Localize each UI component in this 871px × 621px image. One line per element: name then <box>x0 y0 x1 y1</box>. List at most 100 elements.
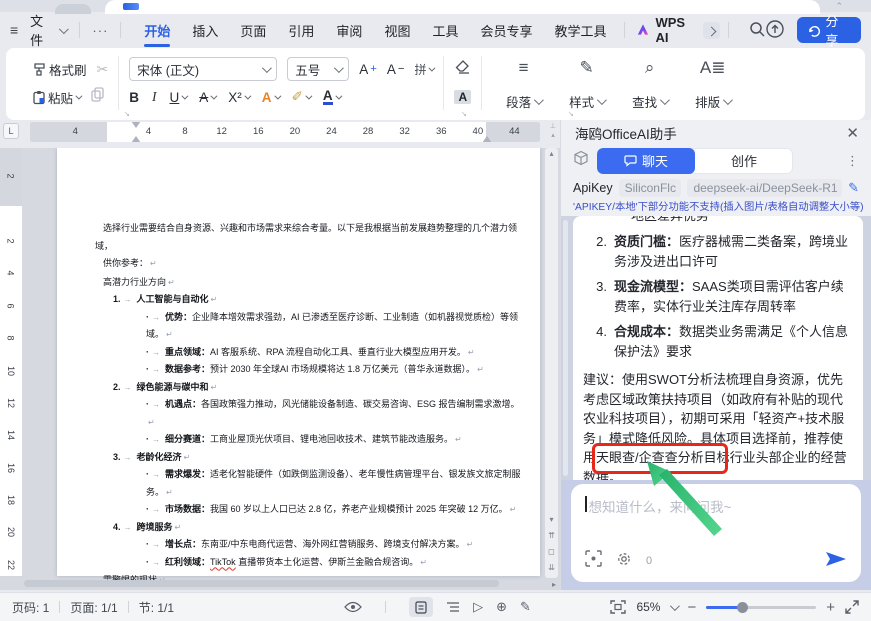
ribbon-group-button[interactable]: ⌕ 查找 <box>618 54 681 112</box>
tab-stop-selector[interactable]: L <box>3 123 19 139</box>
ink-pen-icon[interactable]: ✎ <box>520 599 531 615</box>
ribbon-tab[interactable]: 教学工具 <box>545 15 615 46</box>
ribbon-tab[interactable]: 开始 <box>135 15 179 46</box>
clear-format-button[interactable] <box>455 60 471 79</box>
paste-button[interactable]: 粘贴 <box>32 88 80 107</box>
group-icon: ✎ <box>580 57 594 79</box>
zoom-slider[interactable] <box>706 606 816 609</box>
document-viewport[interactable]: 224681012141618202224 选择行业需要结合自身资源、兴趣和市场… <box>0 148 560 590</box>
horizontal-scrollbar[interactable] <box>24 579 540 588</box>
ribbon-tab[interactable]: 视图 <box>375 15 419 46</box>
document-tab[interactable] <box>105 0 820 14</box>
increase-font-button[interactable]: A+ <box>359 62 377 77</box>
horizontal-ruler[interactable]: 448121620242832364044 <box>30 122 540 142</box>
share-button[interactable]: 分享 <box>797 17 861 43</box>
close-icon[interactable]: ✕ <box>846 124 859 142</box>
model-field[interactable]: deepseek-ai/DeepSeek-R1 <box>687 179 842 197</box>
web-view-icon[interactable]: ⊕ <box>496 599 507 615</box>
zoom-slider-knob[interactable] <box>737 602 748 613</box>
settings-button[interactable] <box>616 551 632 572</box>
ribbon-tab[interactable]: 引用 <box>279 15 323 46</box>
send-button[interactable] <box>825 550 847 573</box>
text-effects-button[interactable]: A <box>262 90 279 105</box>
format-painter-button[interactable]: 格式刷 <box>32 60 87 79</box>
ribbon-group-button[interactable]: ≡ 段落 <box>492 54 555 112</box>
dialog-launcher-icon[interactable]: ↘ <box>124 110 130 118</box>
apikey-provider-field[interactable]: SiliconFlc <box>619 179 682 197</box>
font-name-select[interactable]: 宋体 (正文) <box>129 57 277 81</box>
reading-eye-icon[interactable] <box>344 601 362 613</box>
scroll-down-icon[interactable]: ▾ <box>549 515 553 524</box>
phonetic-guide-button[interactable]: 拼 <box>414 61 433 78</box>
right-indent-marker[interactable] <box>482 136 492 142</box>
divider <box>385 601 386 613</box>
tab-chat[interactable]: 聊天 <box>597 148 695 174</box>
fit-page-icon[interactable] <box>610 600 626 614</box>
more-vertical-icon[interactable]: ⋮ <box>846 153 859 169</box>
decrease-font-button[interactable]: A− <box>387 62 405 77</box>
char-shading-button[interactable]: A <box>454 90 471 104</box>
italic-button[interactable]: I <box>152 89 157 105</box>
chat-bubble-icon <box>624 154 637 167</box>
chat-input-box[interactable]: 想知道什么，来问问我~ 0 <box>571 484 861 582</box>
ribbon-tab[interactable]: 插入 <box>183 15 227 46</box>
ribbon-group-button[interactable]: A≣ 排版 <box>681 54 744 112</box>
ribbon-tab[interactable]: 审阅 <box>327 15 371 46</box>
line-text: 企业降本增效需求强劲，AI 已渗透至医疗诊断、工业制造（如机器视觉质检）等领域。 <box>146 312 518 340</box>
page-number-status: 页码: 1 <box>12 599 49 616</box>
wps-ai-expand[interactable] <box>703 22 720 39</box>
zoom-level[interactable]: 65% <box>636 600 660 614</box>
more-menu-button[interactable]: ··· <box>88 23 112 38</box>
page-view-button[interactable] <box>409 597 433 617</box>
superscript-button[interactable]: X² <box>228 90 249 105</box>
next-page-icon[interactable]: ⇊ <box>548 563 555 572</box>
divider <box>443 56 444 110</box>
fullscreen-icon[interactable] <box>845 600 859 614</box>
scroll-right-icon[interactable]: ▸ <box>552 580 556 589</box>
scroll-up-icon[interactable]: ▴ <box>549 148 553 160</box>
font-size-select[interactable]: 五号 <box>287 57 349 81</box>
highlight-color-button[interactable]: ✐ <box>292 89 310 105</box>
hamburger-menu-icon[interactable]: ≡ <box>10 22 18 38</box>
ribbon-tab[interactable]: 页面 <box>231 15 275 46</box>
search-button[interactable] <box>749 21 765 40</box>
cut-icon[interactable]: ✂ <box>97 61 109 78</box>
chevron-up-icon[interactable]: ⌃ <box>835 1 843 12</box>
strikethrough-button[interactable]: A <box>199 90 215 105</box>
previous-page-icon[interactable]: ⇈ <box>548 531 555 540</box>
zoom-in-button[interactable]: + <box>826 599 835 616</box>
font-color-button[interactable]: A <box>323 89 340 106</box>
ruler-number-cell: 20 <box>0 516 22 548</box>
outline-view-icon[interactable] <box>446 601 460 613</box>
tab-create[interactable]: 创作 <box>695 148 793 174</box>
chat-scrollbar[interactable] <box>563 220 568 476</box>
model-cube-icon[interactable] <box>573 150 589 171</box>
chevron-down-icon[interactable] <box>670 601 680 611</box>
home-tab-stub[interactable] <box>55 4 91 14</box>
browse-object-icon[interactable]: ◻ <box>548 547 555 556</box>
play-view-icon[interactable]: ▷ <box>473 599 483 615</box>
chat-history-area[interactable]: 地区差异优势 2.资质门槛：医疗器械需二类备案，跨境业务涉及进出口许可 3.现金… <box>561 216 871 480</box>
underline-button[interactable]: U <box>170 90 187 105</box>
edit-pencil-icon[interactable]: ✎ <box>848 180 859 196</box>
hanging-indent-marker[interactable] <box>131 136 141 142</box>
ribbon-tab[interactable]: 会员专享 <box>471 15 541 46</box>
ribbon-group-button[interactable]: ✎ 样式 <box>555 54 618 112</box>
dialog-launcher-icon[interactable]: ↘ <box>568 110 574 118</box>
zoom-out-button[interactable]: − <box>687 599 696 616</box>
wps-ai-button[interactable]: WPS AI <box>636 15 720 45</box>
first-line-indent-marker[interactable] <box>131 122 141 128</box>
wps-ai-label: WPS AI <box>655 15 698 45</box>
vertical-ruler[interactable]: 224681012141618202224 <box>0 148 22 578</box>
copy-button[interactable] <box>90 87 105 107</box>
char-count: 0 <box>646 555 652 567</box>
screenshot-button[interactable] <box>585 550 602 572</box>
vertical-scrollbar[interactable]: ▴ ▾ ⇈ ◻ ⇊ <box>545 148 558 578</box>
scrollbar-thumb[interactable] <box>24 580 499 587</box>
dialog-launcher-icon[interactable]: ↘ <box>461 110 467 118</box>
document-page[interactable]: 选择行业需要结合自身资源、兴趣和市场需求来综合考量。以下是我根据当前发展趋势整理… <box>57 148 540 576</box>
divider <box>481 56 482 110</box>
bold-button[interactable]: B <box>129 90 139 105</box>
ribbon-tab[interactable]: 工具 <box>423 15 467 46</box>
cloud-upload-button[interactable] <box>765 19 785 42</box>
